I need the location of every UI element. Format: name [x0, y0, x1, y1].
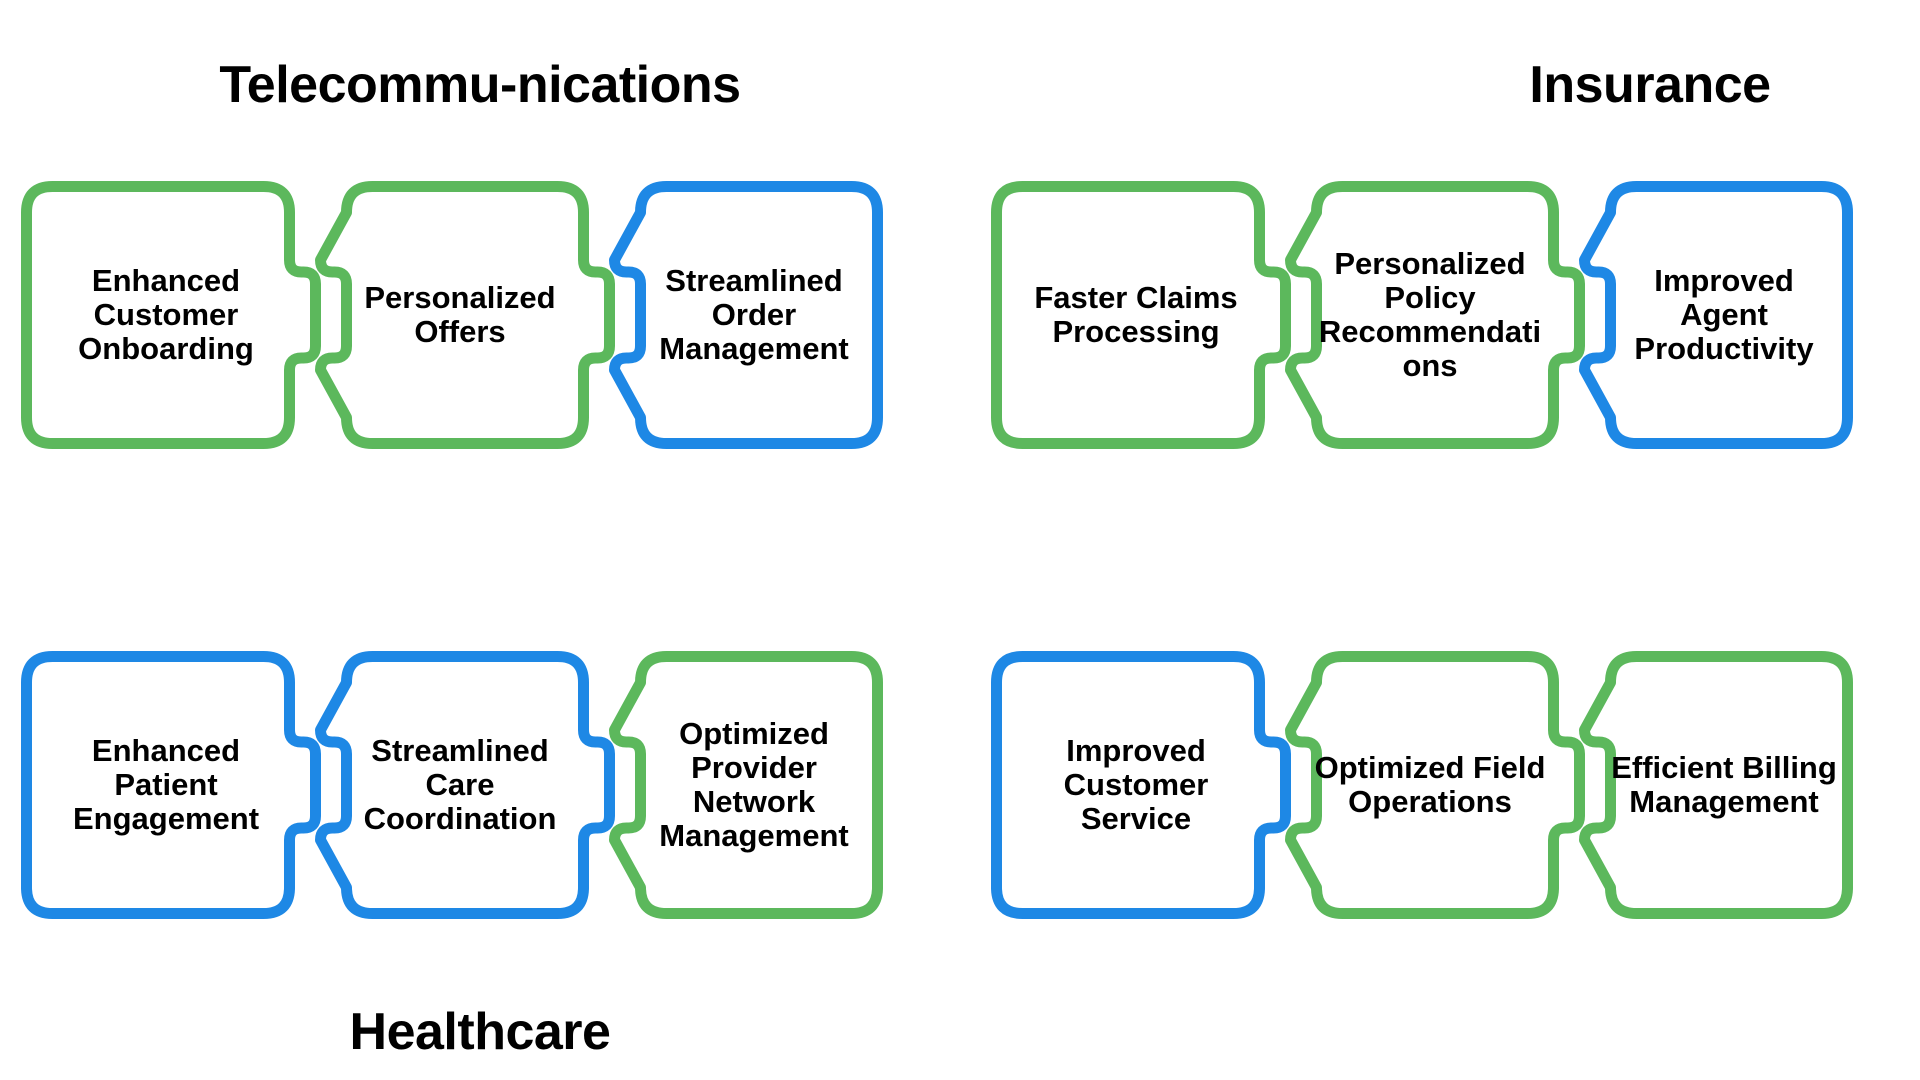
puzzle-outline-shape [609, 651, 883, 919]
card-border [991, 651, 1291, 919]
quadrant-healthcare: Enhanced Patient Engagement Streamlined … [20, 580, 940, 1080]
quadrant-insurance: Insurance Faster Claims Processing Perso… [990, 20, 1910, 520]
card-energy-utilities-3[interactable]: Efficient Billing Management [1578, 650, 1880, 920]
card-row-energy-utilities: Improved Customer Service Optimized Fiel… [990, 650, 1910, 930]
card-border [21, 181, 321, 449]
card-healthcare-3[interactable]: Optimized Provider Network Management [608, 650, 910, 920]
card-energy-utilities-2[interactable]: Optimized Field Operations [1284, 650, 1586, 920]
puzzle-outline-shape [1285, 181, 1585, 449]
card-telecommunications-1[interactable]: Enhanced Customer Onboarding [20, 180, 322, 450]
card-telecommunications-2[interactable]: Personalized Offers [314, 180, 616, 450]
card-border [1579, 651, 1853, 919]
card-border [1285, 181, 1585, 449]
card-border [1579, 181, 1853, 449]
puzzle-outline-shape [315, 181, 615, 449]
quadrant-telecommunications: Telecommu-nications Enhanced Customer On… [20, 20, 940, 520]
card-border [315, 651, 615, 919]
card-row-telecommunications: Enhanced Customer Onboarding Personalize… [20, 180, 940, 460]
puzzle-outline-shape [21, 181, 321, 449]
card-insurance-3[interactable]: Improved Agent Productivity [1578, 180, 1880, 450]
puzzle-outline-shape [991, 181, 1291, 449]
puzzle-outline-shape [1285, 651, 1585, 919]
quadrant-energy-utilities: Improved Customer Service Optimized Fiel… [990, 580, 1910, 1080]
card-insurance-2[interactable]: Personalized Policy Recommendations [1284, 180, 1586, 450]
card-healthcare-2[interactable]: Streamlined Care Coordination [314, 650, 616, 920]
section-title-insurance: Insurance [1529, 56, 1771, 114]
card-border [21, 651, 321, 919]
card-border [991, 181, 1291, 449]
card-border [609, 651, 883, 919]
card-border [1285, 651, 1585, 919]
puzzle-outline-shape [609, 181, 883, 449]
puzzle-outline-shape [315, 651, 615, 919]
card-healthcare-1[interactable]: Enhanced Patient Engagement [20, 650, 322, 920]
puzzle-outline-shape [1579, 651, 1853, 919]
puzzle-outline-shape [991, 651, 1291, 919]
card-border [315, 181, 615, 449]
puzzle-outline-shape [21, 651, 321, 919]
puzzle-outline-shape [1579, 181, 1853, 449]
card-energy-utilities-1[interactable]: Improved Customer Service [990, 650, 1292, 920]
card-row-healthcare: Enhanced Patient Engagement Streamlined … [20, 650, 940, 930]
card-row-insurance: Faster Claims Processing Personalized Po… [990, 180, 1910, 460]
diagram-canvas: Telecommu-nications Enhanced Customer On… [0, 0, 1920, 1080]
card-insurance-1[interactable]: Faster Claims Processing [990, 180, 1292, 450]
card-telecommunications-3[interactable]: Streamlined Order Management [608, 180, 910, 450]
card-border [609, 181, 883, 449]
